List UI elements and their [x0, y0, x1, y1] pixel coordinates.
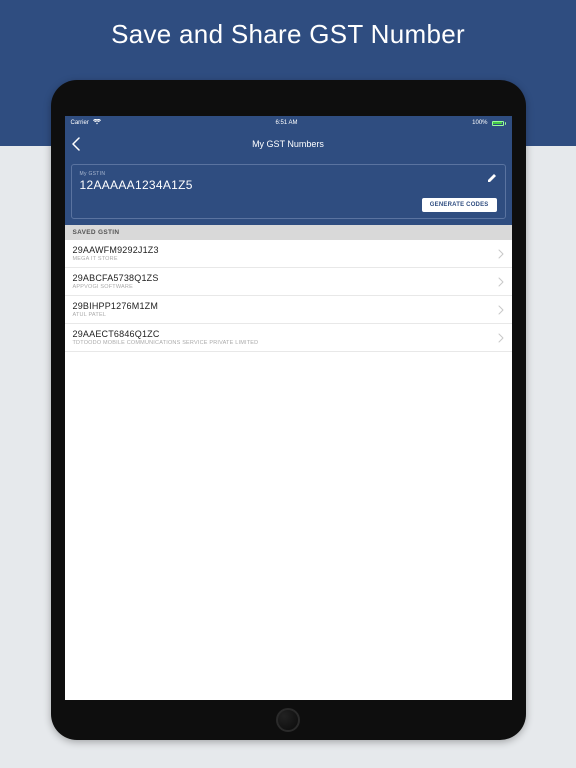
- section-header-saved: SAVED GSTIN: [65, 225, 512, 240]
- list-item[interactable]: 29AAWFM9292J1Z3 MEGA IT STORE: [65, 240, 512, 268]
- my-gstin-value: 12AAAAA1234A1Z5: [80, 178, 497, 192]
- ipad-screen: Carrier 6:51 AM 100%: [65, 116, 512, 700]
- battery-icon: [492, 121, 506, 126]
- ipad-frame: Carrier 6:51 AM 100%: [51, 80, 526, 740]
- chevron-right-icon: [498, 333, 504, 343]
- gstin-value: 29AAECT6846Q1ZC: [73, 329, 259, 339]
- gstin-value: 29BIHPP1276M1ZM: [73, 301, 159, 311]
- navbar: My GST Numbers: [65, 130, 512, 158]
- statusbar-time: 6:51 AM: [275, 120, 297, 126]
- my-gstin-card: My GSTIN 12AAAAA1234A1Z5 GENERATE CODES: [71, 164, 506, 219]
- gstin-name: MEGA IT STORE: [73, 256, 159, 262]
- gstin-name: ATUL PATEL: [73, 312, 159, 318]
- chevron-right-icon: [498, 305, 504, 315]
- gstin-name: APPVOGI SOFTWARE: [73, 284, 159, 290]
- back-button[interactable]: [71, 137, 81, 151]
- statusbar: Carrier 6:51 AM 100%: [65, 116, 512, 130]
- gstin-name: TDTOODO MOBILE COMMUNICATIONS SERVICE PR…: [73, 340, 259, 346]
- edit-button[interactable]: [487, 173, 497, 183]
- page-title: My GST Numbers: [252, 139, 324, 149]
- promo-banner: Save and Share GST Number: [0, 0, 576, 68]
- promo-title: Save and Share GST Number: [111, 19, 465, 50]
- list-item[interactable]: 29AAECT6846Q1ZC TDTOODO MOBILE COMMUNICA…: [65, 324, 512, 352]
- list-item[interactable]: 29BIHPP1276M1ZM ATUL PATEL: [65, 296, 512, 324]
- chevron-right-icon: [498, 249, 504, 259]
- gstin-value: 29ABCFA5738Q1ZS: [73, 273, 159, 283]
- backdrop: Carrier 6:51 AM 100%: [0, 68, 576, 768]
- wifi-icon: [93, 119, 101, 127]
- card-area: My GSTIN 12AAAAA1234A1Z5 GENERATE CODES: [65, 158, 512, 225]
- home-button[interactable]: [276, 708, 300, 732]
- carrier-label: Carrier: [71, 120, 89, 126]
- battery-pct: 100%: [472, 120, 487, 126]
- chevron-right-icon: [498, 277, 504, 287]
- my-gstin-label: My GSTIN: [80, 171, 497, 177]
- list-item[interactable]: 29ABCFA5738Q1ZS APPVOGI SOFTWARE: [65, 268, 512, 296]
- generate-codes-button[interactable]: GENERATE CODES: [422, 198, 497, 212]
- gstin-value: 29AAWFM9292J1Z3: [73, 245, 159, 255]
